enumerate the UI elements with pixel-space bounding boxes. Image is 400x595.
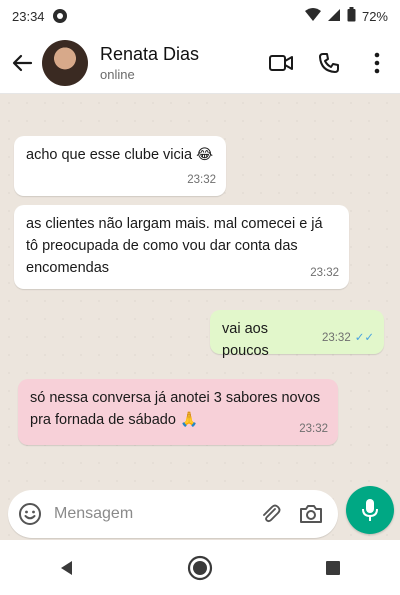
nav-home-button[interactable]: [180, 548, 220, 588]
back-button[interactable]: [2, 43, 42, 83]
contact-info[interactable]: Renata Dias online: [100, 44, 199, 82]
message-incoming[interactable]: acho que esse clube vicia 😂 23:32: [14, 136, 226, 196]
message-time: 23:32: [321, 332, 351, 344]
message-text: as clientes não largam mais. mal comecei…: [26, 216, 323, 276]
emoji-icon: [19, 503, 41, 525]
battery-icon: [347, 7, 356, 25]
read-receipt-icon: ✓✓: [354, 332, 374, 344]
square-recents-icon: [326, 560, 341, 575]
chat-area[interactable]: acho que esse clube vicia 😂 23:32 as cli…: [0, 94, 400, 540]
message-text: acho que esse clube vicia 😂: [26, 147, 214, 163]
message-time-wrap: 23:32 ✓✓: [322, 327, 374, 349]
nav-recents-button[interactable]: [313, 548, 353, 588]
message-input-field[interactable]: Mensagem: [8, 490, 338, 538]
paperclip-icon: [263, 504, 281, 523]
nav-back-button[interactable]: [47, 548, 87, 588]
wifi-icon: [304, 7, 321, 25]
attach-button[interactable]: [258, 501, 284, 527]
video-call-button[interactable]: [268, 50, 294, 76]
signal-icon: [327, 8, 341, 25]
composer-bar: Mensagem: [0, 486, 400, 540]
message-incoming[interactable]: as clientes não largam mais. mal comecei…: [14, 205, 349, 289]
more-options-button[interactable]: [364, 50, 390, 76]
system-navigation-bar: [0, 540, 400, 595]
message-time: 23:32: [299, 423, 328, 435]
contact-name: Renata Dias: [100, 43, 200, 64]
back-arrow-icon: [12, 54, 33, 71]
whatsapp-notification-icon: [52, 9, 67, 23]
message-incoming-highlighted[interactable]: só nessa conversa já anotei 3 sabores no…: [18, 379, 338, 445]
microphone-icon: [362, 499, 378, 521]
video-camera-icon: [269, 55, 293, 71]
message-time: 23:32: [310, 267, 339, 279]
avatar[interactable]: [42, 39, 88, 86]
triangle-back-icon: [60, 560, 72, 575]
message-input-placeholder: Mensagem: [54, 505, 134, 522]
camera-button[interactable]: [298, 501, 324, 527]
message-outgoing[interactable]: vai aos poucos 23:32 ✓✓: [210, 310, 384, 359]
emoji-button[interactable]: [18, 502, 42, 526]
battery-level: 72%: [361, 8, 388, 24]
message-text: vai aos poucos: [222, 321, 269, 359]
phone-icon: [319, 53, 339, 73]
status-bar: 23:34 72%: [0, 0, 400, 32]
status-time: 23:34: [12, 8, 45, 24]
home-circle-icon: [187, 555, 213, 580]
camera-icon: [300, 505, 322, 523]
chat-header: Renata Dias online: [0, 32, 400, 94]
voice-message-button[interactable]: [346, 486, 394, 534]
message-text: só nessa conversa já anotei 3 sabores no…: [30, 390, 321, 428]
voice-call-button[interactable]: [316, 50, 342, 76]
contact-status: online: [100, 66, 135, 82]
message-time: 23:32: [187, 174, 216, 186]
kebab-menu-icon: [374, 52, 380, 74]
